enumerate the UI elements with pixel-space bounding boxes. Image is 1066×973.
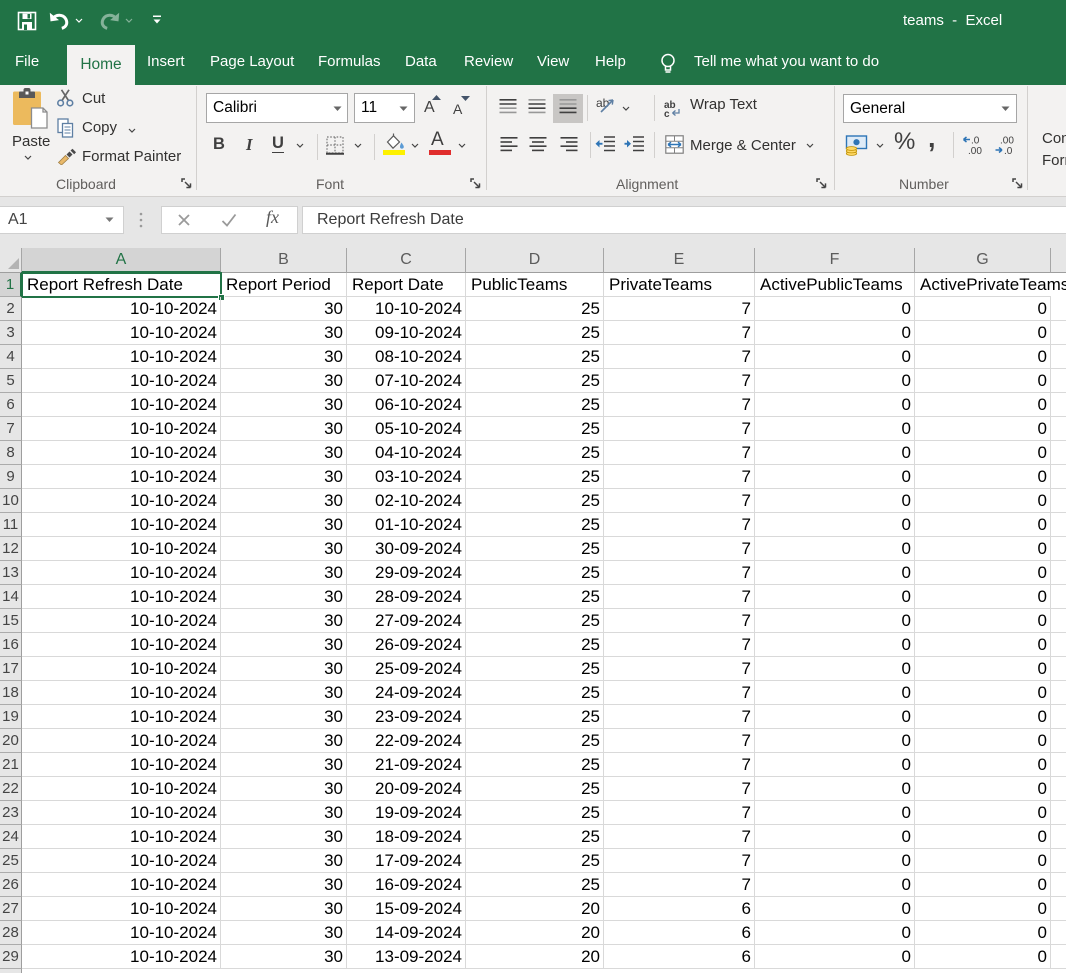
- svg-text:.0: .0: [1004, 146, 1013, 155]
- svg-text:.00: .00: [968, 146, 982, 155]
- svg-text:.00: .00: [1000, 136, 1014, 147]
- svg-text:.0: .0: [971, 136, 980, 147]
- svg-text:ab: ab: [596, 96, 610, 110]
- svg-text:c: c: [664, 109, 670, 117]
